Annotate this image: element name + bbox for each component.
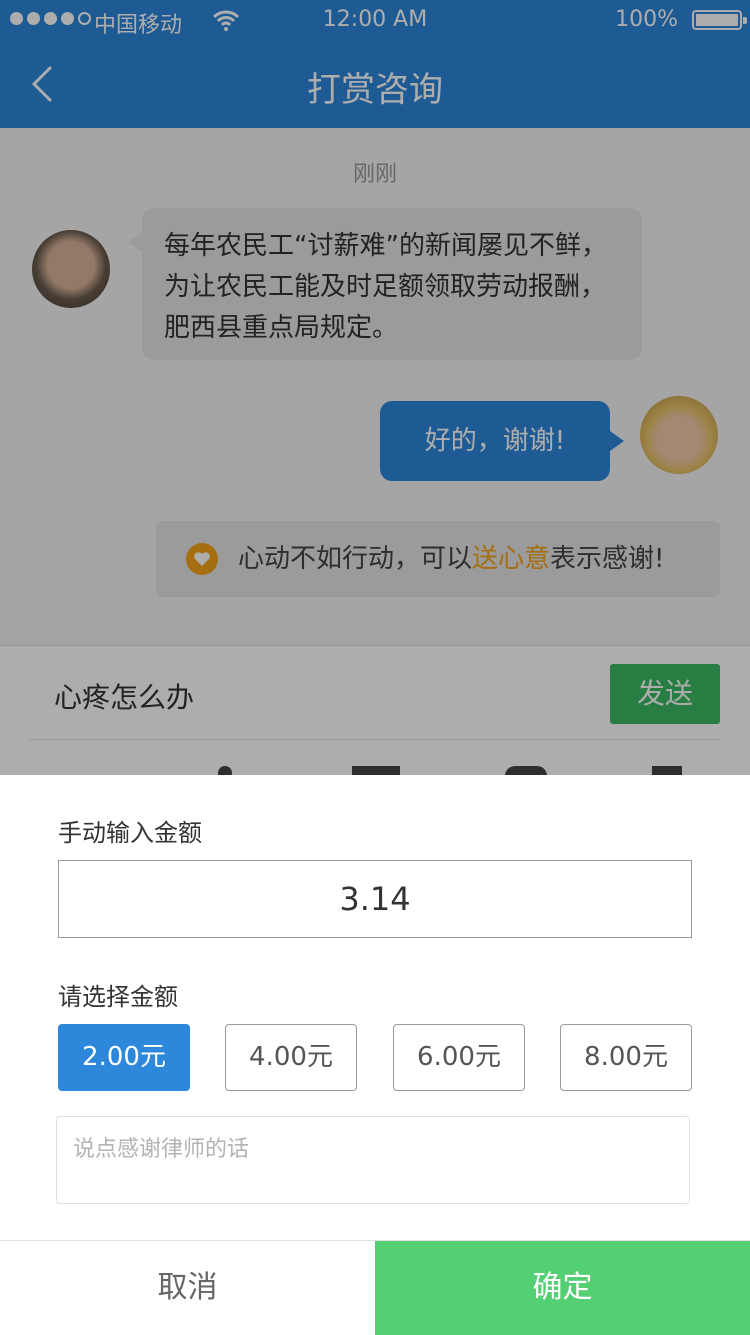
amount-option[interactable]: 8.00元 [560,1024,692,1091]
cancel-button[interactable]: 取消 [0,1241,375,1335]
confirm-button[interactable]: 确定 [375,1241,750,1335]
choose-amount-label: 请选择金额 [58,983,178,1011]
thanks-message-input[interactable]: 说点感谢律师的话 [56,1116,690,1204]
sheet-actions: 取消 确定 [0,1240,750,1335]
manual-amount-label: 手动输入金额 [58,819,202,847]
amount-option[interactable]: 4.00元 [225,1024,357,1091]
modal-overlay[interactable] [0,0,750,775]
amount-option[interactable]: 2.00元 [58,1024,190,1091]
amount-option[interactable]: 6.00元 [393,1024,525,1091]
amount-input[interactable]: 3.14 [58,860,692,938]
